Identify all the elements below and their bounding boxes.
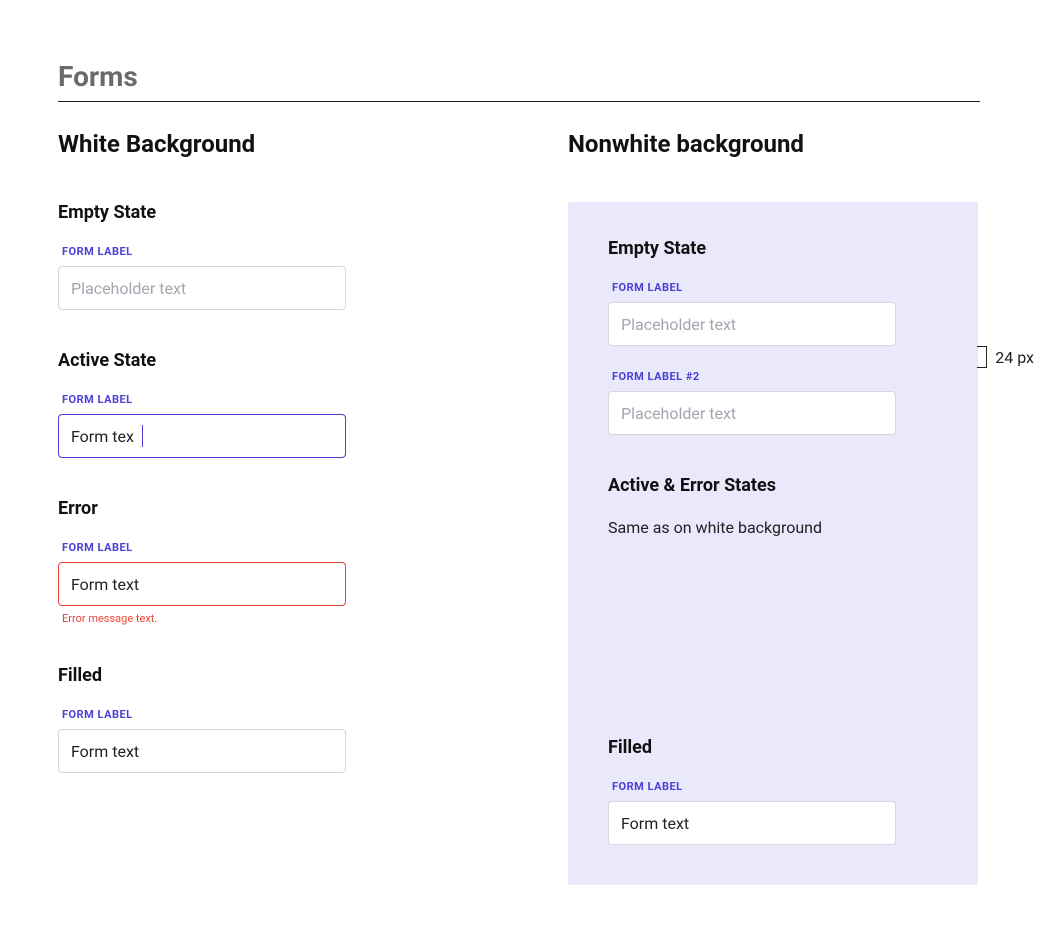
- columns-container: White Background Empty State FORM LABEL …: [58, 130, 980, 885]
- filled-input[interactable]: [58, 729, 346, 773]
- nonwhite-panel: 24 px Empty State FORM LABEL FORM LABEL …: [568, 202, 978, 885]
- column-white-background: White Background Empty State FORM LABEL …: [58, 130, 528, 885]
- form-label: FORM LABEL: [62, 245, 528, 258]
- nonwhite-filled-heading: Filled: [608, 737, 938, 758]
- error-input[interactable]: [58, 562, 346, 606]
- nonwhite-empty-input-2[interactable]: [608, 391, 896, 435]
- form-label-2: FORM LABEL #2: [612, 370, 938, 383]
- empty-state-block: Empty State FORM LABEL: [58, 202, 528, 310]
- nonwhite-filled-block: Filled FORM LABEL: [608, 737, 938, 845]
- page-title: Forms: [58, 60, 980, 102]
- active-state-block: Active State FORM LABEL: [58, 350, 528, 458]
- form-label: FORM LABEL: [612, 780, 938, 793]
- active-error-note: Same as on white background: [608, 518, 938, 537]
- spacing-value: 24 px: [995, 348, 1034, 367]
- nonwhite-empty-block: Empty State FORM LABEL FORM LABEL #2: [608, 238, 938, 435]
- active-input[interactable]: [58, 414, 346, 458]
- bracket-icon: [977, 346, 987, 368]
- nonwhite-filled-input[interactable]: [608, 801, 896, 845]
- filled-state-heading: Filled: [58, 665, 528, 686]
- spacing-annotation: 24 px: [977, 346, 1034, 368]
- nonwhite-active-error-block: Active & Error States Same as on white b…: [608, 475, 938, 537]
- nonwhite-empty-heading: Empty State: [608, 238, 938, 259]
- filled-state-block: Filled FORM LABEL: [58, 665, 528, 773]
- active-state-heading: Active State: [58, 350, 528, 371]
- error-state-heading: Error: [58, 498, 528, 519]
- form-label: FORM LABEL: [612, 281, 938, 294]
- error-message: Error message text.: [62, 612, 528, 625]
- form-label: FORM LABEL: [62, 541, 528, 554]
- nonwhite-empty-input-1[interactable]: [608, 302, 896, 346]
- white-bg-heading: White Background: [58, 130, 528, 158]
- form-label: FORM LABEL: [62, 393, 528, 406]
- nonwhite-active-error-heading: Active & Error States: [608, 475, 938, 496]
- empty-input[interactable]: [58, 266, 346, 310]
- nonwhite-bg-heading: Nonwhite background: [568, 130, 978, 158]
- empty-state-heading: Empty State: [58, 202, 528, 223]
- error-state-block: Error FORM LABEL Error message text.: [58, 498, 528, 625]
- form-label: FORM LABEL: [62, 708, 528, 721]
- text-caret: [142, 425, 143, 447]
- column-nonwhite-background: Nonwhite background 24 px Empty State FO…: [568, 130, 978, 885]
